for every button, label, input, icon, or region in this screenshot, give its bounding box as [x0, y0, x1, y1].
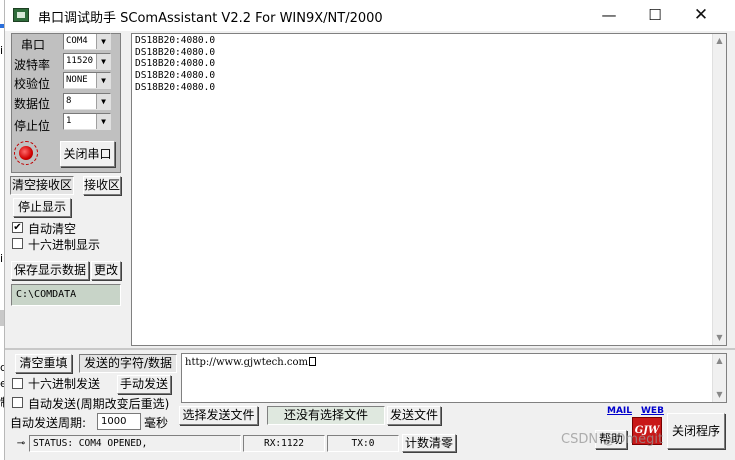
databits-label: 数据位	[14, 97, 51, 111]
hex-send-checkbox[interactable]	[12, 378, 23, 389]
auto-clear-label: 自动清空	[28, 222, 77, 236]
save-display-button[interactable]: 保存显示数据	[11, 261, 89, 280]
reset-count-button[interactable]: 计数清零	[402, 434, 456, 452]
csdn-watermark: CSDN @Omegit	[561, 432, 664, 447]
chevron-down-icon[interactable]: ▼	[96, 54, 110, 69]
stop-display-button[interactable]: 停止显示	[13, 198, 71, 217]
clear-receive-button[interactable]: 清空接收区	[10, 176, 74, 195]
tx-counter: TX:0	[327, 435, 399, 452]
parity-select[interactable]: NONE ▼	[63, 72, 111, 89]
window-title: 串口调试助手 SComAssistant V2.2 For WIN9X/NT/2…	[38, 11, 383, 26]
mail-link[interactable]: MAIL	[607, 406, 632, 416]
app-icon	[13, 8, 29, 22]
scroll-down-icon[interactable]: ▼	[713, 331, 726, 345]
rx-counter: RX:1122	[243, 435, 325, 452]
receive-line: DS18B20:4080.0	[135, 70, 216, 82]
manual-send-button[interactable]: 手动发送	[117, 375, 171, 394]
receive-lines: DS18B20:4080.0 DS18B20:4080.0 DS18B20:40…	[135, 35, 215, 94]
hex-send-label: 十六进制发送	[28, 377, 101, 391]
panel-divider	[5, 348, 735, 350]
baud-label: 波特率	[14, 58, 51, 72]
stopbits-value: 1	[66, 116, 72, 126]
receive-text-area[interactable]: DS18B20:4080.0 DS18B20:4080.0 DS18B20:40…	[131, 33, 727, 346]
background-text: i	[0, 252, 4, 265]
chevron-down-icon[interactable]: ▼	[96, 94, 110, 109]
chevron-down-icon[interactable]: ▼	[96, 34, 110, 49]
choose-file-button[interactable]: 选择发送文件	[179, 406, 258, 425]
receive-line: DS18B20:4080.0	[135, 58, 216, 70]
stopbits-select[interactable]: 1 ▼	[63, 113, 111, 130]
receive-line: DS18B20:4080.0	[135, 35, 216, 46]
receive-line: DS18B20:4080.0	[135, 81, 216, 93]
pin-icon[interactable]: ⊸	[13, 437, 29, 451]
send-text: http://www.gjwtech.com	[185, 357, 308, 368]
port-value: COM4	[66, 36, 88, 46]
send-file-button[interactable]: 发送文件	[387, 406, 441, 425]
receive-area-button[interactable]: 接收区	[83, 176, 121, 195]
send-text-area[interactable]: http://www.gjwtech.com ▲ ▼	[181, 353, 727, 403]
chevron-down-icon[interactable]: ▼	[96, 73, 110, 88]
clear-resend-button[interactable]: 清空重填	[15, 354, 72, 373]
period-input[interactable]: 1000	[97, 413, 141, 430]
status-led-icon	[19, 146, 33, 160]
databits-value: 8	[66, 96, 72, 106]
web-link[interactable]: WEB	[641, 406, 664, 416]
hex-display-checkbox[interactable]	[12, 238, 23, 249]
period-label: 自动发送周期:	[10, 416, 87, 430]
stopbits-label: 停止位	[14, 119, 51, 133]
maximize-button[interactable]: ☐	[632, 0, 678, 31]
text-caret	[308, 357, 316, 366]
close-program-button[interactable]: 关闭程序	[667, 413, 725, 449]
title-bar[interactable]: 串口调试助手 SComAssistant V2.2 For WIN9X/NT/2…	[5, 0, 735, 31]
scroll-down-icon[interactable]: ▼	[713, 388, 726, 402]
period-unit: 毫秒	[144, 416, 169, 430]
hex-display-label: 十六进制显示	[28, 238, 101, 252]
baud-value: 11520	[66, 56, 94, 66]
send-scrollbar[interactable]: ▲ ▼	[712, 354, 726, 402]
change-path-button[interactable]: 更改	[91, 261, 121, 280]
status-text: STATUS: COM4 OPENED,	[29, 435, 241, 452]
auto-clear-checkbox[interactable]: ✔	[12, 222, 23, 233]
receive-line: DS18B20:4080.0	[135, 46, 216, 58]
background-text: i	[0, 44, 4, 57]
send-data-button[interactable]: 发送的字符/数据	[79, 354, 177, 373]
receive-scrollbar[interactable]: ▲ ▼	[712, 34, 726, 345]
app-window: 串口调试助手 SComAssistant V2.2 For WIN9X/NT/2…	[4, 0, 735, 460]
parity-label: 校验位	[14, 77, 51, 91]
no-file-indicator: 还没有选择文件	[267, 406, 385, 425]
check-icon: ✔	[13, 222, 22, 233]
port-select[interactable]: COM4 ▼	[63, 33, 111, 50]
databits-select[interactable]: 8 ▼	[63, 93, 111, 110]
chevron-down-icon[interactable]: ▼	[96, 114, 110, 129]
baud-select[interactable]: 11520 ▼	[63, 53, 111, 70]
scroll-up-icon[interactable]: ▲	[713, 34, 726, 48]
minimize-button[interactable]: —	[586, 0, 632, 31]
parity-value: NONE	[66, 75, 88, 85]
auto-send-label: 自动发送(周期改变后重选)	[28, 397, 170, 411]
scroll-up-icon[interactable]: ▲	[713, 354, 726, 368]
auto-send-checkbox[interactable]	[12, 397, 23, 408]
save-path-field: C:\COMDATA	[11, 284, 121, 306]
toggle-port-button[interactable]: 关闭串口	[60, 141, 115, 167]
port-label: 串口	[21, 38, 46, 52]
close-button[interactable]: ✕	[678, 0, 724, 31]
